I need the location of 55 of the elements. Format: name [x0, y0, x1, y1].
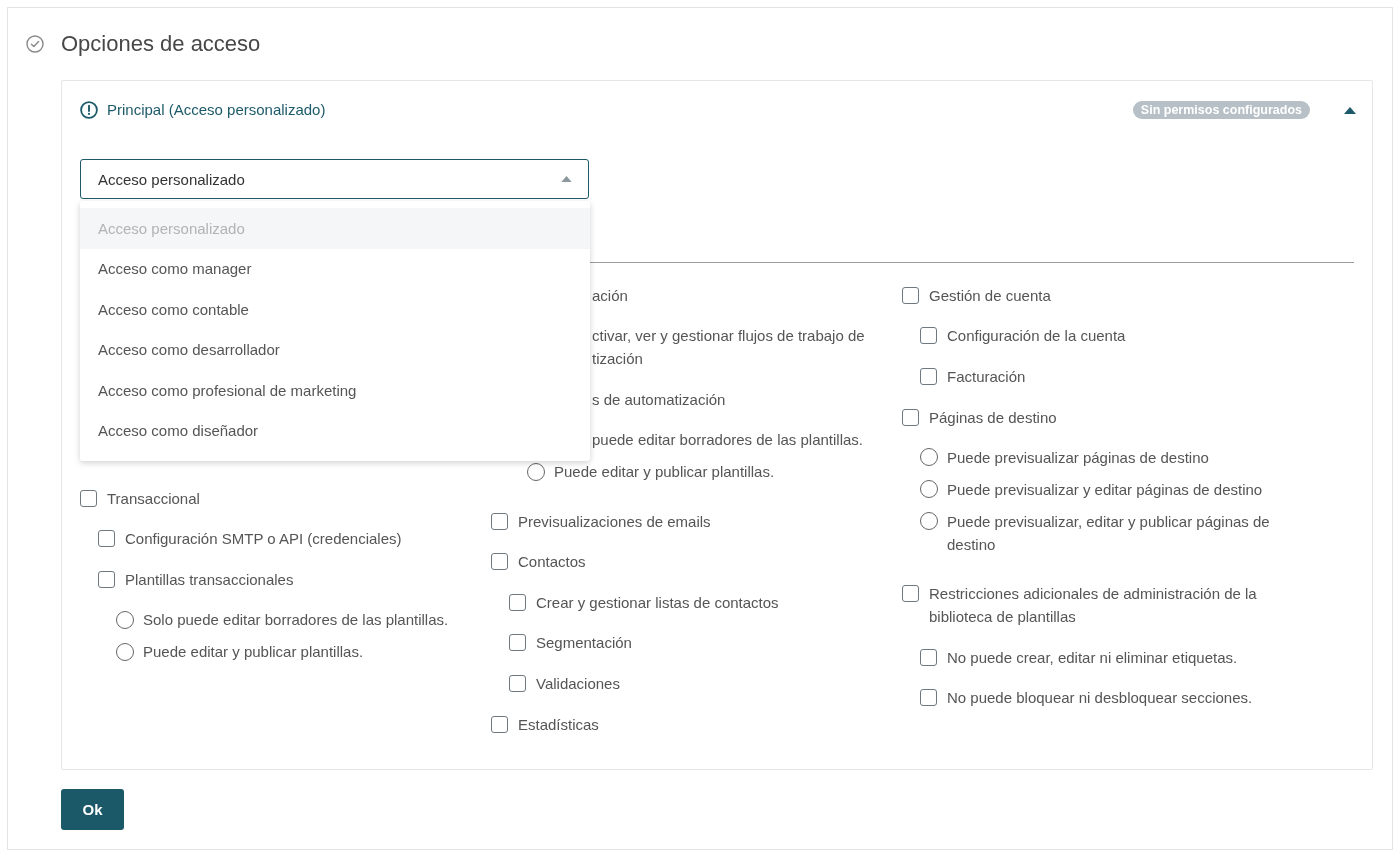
ok-button[interactable]: Ok [61, 789, 124, 831]
checkbox[interactable] [98, 530, 115, 548]
partly-hidden-label: ación [592, 285, 628, 306]
option-label: Transaccional [107, 488, 200, 509]
section-title: Opciones de acceso [61, 30, 261, 58]
checkbox[interactable] [509, 593, 526, 611]
option-label: No puede bloquear ni desbloquear secciones. [947, 688, 1253, 709]
partly-hidden-label: ctivar, ver y gestionar flujos de trabajo de tización [592, 326, 865, 370]
checkbox[interactable] [902, 408, 919, 426]
option-label: Puede editar y publicar plantillas. [554, 462, 775, 483]
checkbox[interactable] [98, 571, 115, 588]
option-label: Solo puede editar borradores de las plantillas. [143, 610, 449, 631]
checkbox[interactable] [491, 715, 508, 733]
option-label: Puede editar y publicar plantillas. [143, 642, 364, 663]
option-label: Plantillas transaccionales [125, 570, 294, 590]
partly-hidden-label: s de automatización [592, 390, 726, 410]
check-circle-icon [26, 35, 44, 53]
checkbox[interactable] [491, 512, 508, 530]
checkbox[interactable] [509, 634, 526, 652]
option-label: Facturación [947, 367, 1026, 387]
checkbox[interactable] [920, 648, 937, 666]
option-label: No puede crear, editar ni eliminar etiquetas. [947, 647, 1238, 668]
option-label: Segmentación [536, 633, 632, 654]
option-label: Páginas de destino [929, 407, 1057, 428]
option-label: Gestión de cuenta [929, 285, 1051, 306]
option-label: Estadísticas [518, 714, 599, 735]
access-select[interactable]: Acceso personalizado [80, 159, 589, 199]
checkbox[interactable] [920, 327, 937, 345]
option-label: Puede previsualizar y editar páginas de destino [947, 479, 1263, 500]
option-label: Validaciones [536, 673, 620, 694]
option-label: Previsualizaciones de emails [518, 511, 711, 532]
option-label: Configuración de la cuenta [947, 326, 1126, 347]
checkbox[interactable] [80, 489, 97, 507]
menu-option[interactable]: Acceso como desarrollador [80, 329, 590, 370]
menu-option[interactable]: Acceso como contable [80, 289, 590, 330]
option-label: Contactos [518, 552, 586, 573]
menu-option[interactable]: Acceso como diseñador [80, 410, 590, 451]
checkbox[interactable] [920, 689, 937, 707]
option-label: Restricciones adicionales de administración de la biblioteca de plantillas [929, 584, 1258, 628]
option-label: Puede previsualizar, editar y publicar páginas de destino [947, 511, 1271, 555]
status-badge: Sin permisos configurados [1132, 101, 1310, 119]
option-label: Configuración SMTP o API (credenciales) [125, 529, 402, 550]
menu-option[interactable]: Acceso como manager [80, 248, 590, 289]
option-label: Puede previsualizar páginas de destino [947, 447, 1209, 468]
checkbox[interactable] [491, 553, 508, 571]
card-title: Principal (Acceso personalizado) [107, 100, 326, 120]
caret-up-icon[interactable] [1344, 106, 1356, 114]
partly-hidden-label: puede editar borradores de las plantillas. [592, 430, 863, 451]
menu-option[interactable]: Acceso como profesional de marketing [80, 370, 590, 411]
checkbox[interactable] [920, 368, 937, 385]
checkbox[interactable] [902, 585, 919, 603]
checkbox[interactable] [902, 286, 919, 304]
checkbox[interactable] [509, 674, 526, 692]
option-label: Crear y gestionar listas de contactos [536, 592, 779, 613]
exclamation-circle-icon [80, 101, 98, 119]
